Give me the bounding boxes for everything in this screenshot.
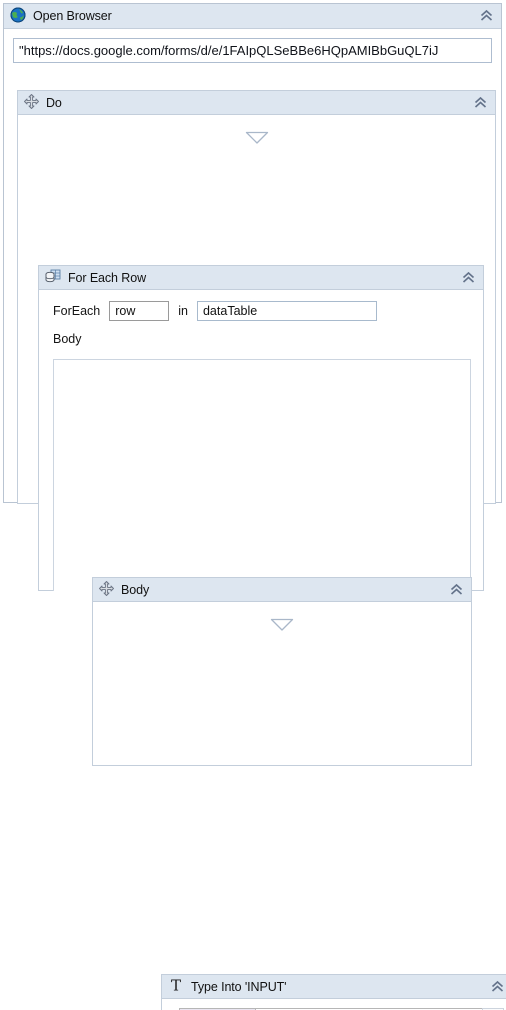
type-into-activity[interactable]: T Type Into 'INPUT' xyxy=(161,974,506,1010)
foreach-collection-value: dataTable xyxy=(202,304,258,318)
target-screenshot-preview[interactable]: Your answer xyxy=(179,1008,490,1010)
open-browser-activity[interactable]: Open Browser "https://docs.google.com/fo… xyxy=(3,3,506,1010)
type-into-header[interactable]: T Type Into 'INPUT' xyxy=(162,975,506,999)
for-each-body-dropzone[interactable] xyxy=(53,359,471,591)
for-each-row-collapse-button[interactable] xyxy=(457,267,479,288)
do-header[interactable]: Do xyxy=(18,91,495,115)
globe-icon xyxy=(10,7,26,26)
do-connector xyxy=(18,115,495,159)
for-each-row-header[interactable]: For Each Row xyxy=(39,266,483,290)
foreach-variable-input[interactable]: row xyxy=(109,301,170,321)
body-sequence-connector xyxy=(93,602,471,646)
type-into-collapse-button[interactable] xyxy=(486,976,506,997)
foreach-variable-value: row xyxy=(115,304,136,318)
url-input[interactable]: "https://docs.google.com/forms/d/e/1FAIp… xyxy=(13,38,492,63)
in-label: in xyxy=(178,304,188,318)
for-each-row-activity[interactable]: For Each Row ForEach row in dataTable Bo… xyxy=(38,265,506,1010)
preview-side-panel xyxy=(180,1009,256,1010)
for-each-row-title: For Each Row xyxy=(68,270,146,285)
open-browser-collapse-button[interactable] xyxy=(475,6,497,27)
datatable-icon xyxy=(45,269,61,287)
open-browser-title: Open Browser xyxy=(33,9,112,23)
hamburger-menu-icon[interactable] xyxy=(482,1008,504,1010)
do-activity[interactable]: Do For Each Row ForEach row in dataTable… xyxy=(17,90,506,1010)
move-arrows-icon xyxy=(99,580,114,599)
move-arrows-icon xyxy=(24,93,39,112)
triangle-down-icon xyxy=(270,618,294,631)
do-collapse-button[interactable] xyxy=(469,92,491,113)
type-into-body: Your answer xyxy=(162,999,506,1010)
text-t-icon: T xyxy=(168,977,184,996)
for-each-body-label: Body xyxy=(53,332,82,346)
body-sequence-title: Body xyxy=(121,582,150,597)
for-each-row-expression-row: ForEach row in dataTable xyxy=(39,290,483,321)
url-input-value: "https://docs.google.com/forms/d/e/1FAIp… xyxy=(19,43,439,58)
do-title: Do xyxy=(46,95,62,110)
triangle-down-icon xyxy=(245,131,269,144)
type-into-title: Type Into 'INPUT' xyxy=(191,979,287,994)
svg-text:T: T xyxy=(171,977,181,993)
body-sequence-activity[interactable]: Body T Type Into 'INPUT' xyxy=(92,577,506,1010)
body-sequence-collapse-button[interactable] xyxy=(445,579,467,600)
foreach-collection-input[interactable]: dataTable xyxy=(196,301,377,321)
open-browser-header[interactable]: Open Browser xyxy=(4,4,501,29)
foreach-label: ForEach xyxy=(53,304,101,318)
body-sequence-header[interactable]: Body xyxy=(93,578,471,602)
